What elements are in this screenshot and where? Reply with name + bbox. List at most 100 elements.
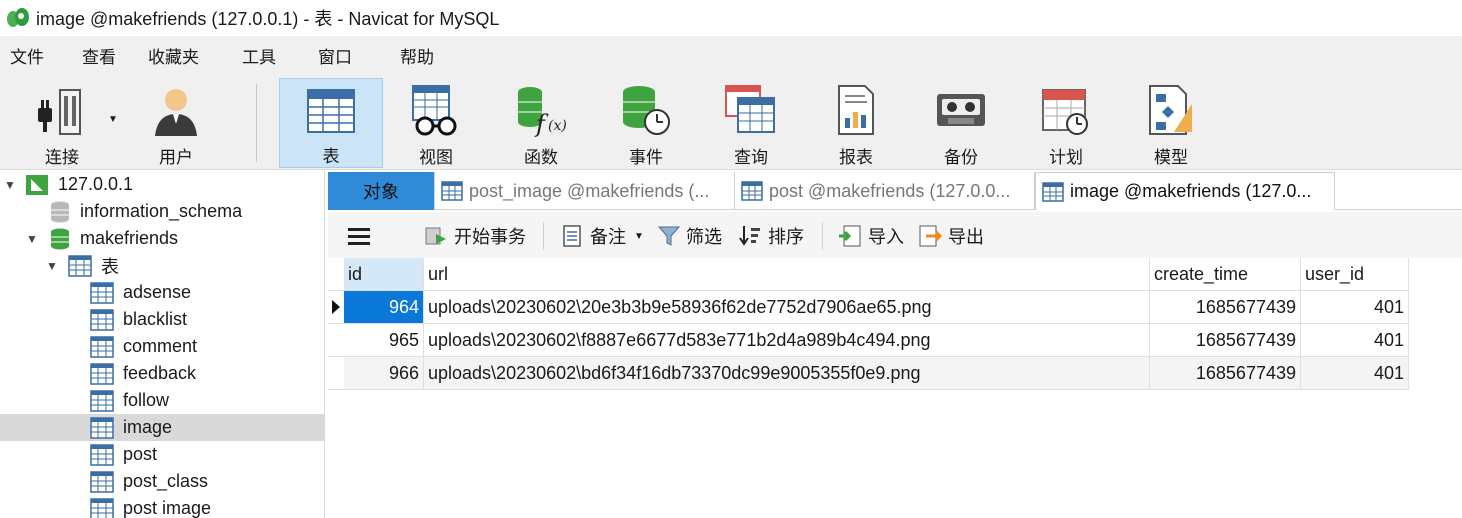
cell-id[interactable]: 965 [344, 324, 424, 357]
menu-bar: 文件 查看 收藏夹 工具 窗口 帮助 [0, 36, 1462, 74]
tree-table-item[interactable]: adsense [0, 279, 324, 306]
tree-table-label: post image [123, 498, 212, 518]
report-button[interactable]: 报表 [804, 78, 908, 168]
tree-table-item[interactable]: blacklist [0, 306, 324, 333]
view-icon [412, 84, 457, 135]
model-button[interactable]: 模型 [1119, 78, 1223, 168]
column-header-create-time[interactable]: create_time [1150, 258, 1301, 291]
table-button[interactable]: 表 [279, 78, 383, 168]
filter-button[interactable]: 筛选 [658, 222, 722, 250]
svg-text:f: f [534, 110, 549, 138]
table-row[interactable]: 965 uploads\20230602\f8887e6677d583e771b… [328, 324, 1409, 357]
function-button[interactable]: f (x) 函数 [489, 78, 593, 168]
tree-db-information-schema[interactable]: information_schema [0, 198, 324, 225]
plug-icon [38, 88, 81, 135]
table-row[interactable]: 966 uploads\20230602\bd6f34f16db73370dc9… [328, 357, 1409, 390]
connect-button[interactable]: 连接 [10, 78, 114, 168]
tree-table-item[interactable]: feedback [0, 360, 324, 387]
menu-help[interactable]: 帮助 [400, 43, 460, 68]
tree-db-makefriends[interactable]: ▼ makefriends [0, 225, 324, 252]
grid-toolbar: 开始事务 备注 ▼ 筛选 排序 导入 导出 [328, 212, 1462, 258]
backup-button[interactable]: 备份 [909, 78, 1013, 168]
cell-create-time[interactable]: 1685677439 [1150, 324, 1301, 357]
cell-id[interactable]: 964 [344, 291, 424, 324]
tree-table-label: image [123, 417, 173, 437]
hamburger-menu-button[interactable] [348, 222, 376, 250]
tab-objects-label: 对象 [363, 182, 399, 202]
tree-connection[interactable]: ▼ 127.0.0.1 [0, 171, 324, 198]
export-icon [919, 225, 942, 247]
table-icon [90, 443, 114, 466]
cell-id[interactable]: 966 [344, 357, 424, 390]
table-icon [90, 416, 114, 439]
tree-table-item[interactable]: post [0, 441, 324, 468]
menu-view[interactable]: 查看 [72, 43, 148, 68]
tree-table-item[interactable]: follow [0, 387, 324, 414]
table-icon [68, 254, 92, 277]
cell-url[interactable]: uploads\20230602\20e3b3b9e58936f62de7752… [424, 291, 1150, 324]
table-icon [307, 88, 355, 133]
chevron-down-icon[interactable]: ▼ [44, 259, 60, 273]
tree-tables-folder[interactable]: ▼ 表 [0, 252, 324, 279]
row-marker [328, 357, 344, 390]
connection-label: 127.0.0.1 [58, 174, 134, 194]
user-button[interactable]: 用户 [124, 78, 228, 168]
filter-label: 筛选 [686, 227, 722, 247]
memo-dropdown-icon[interactable]: ▼ [634, 231, 644, 242]
column-header-user-id[interactable]: user_id [1301, 258, 1409, 291]
window-title: image @makefriends (127.0.0.1) - 表 - Nav… [36, 9, 500, 29]
table-icon [90, 389, 114, 412]
tree-table-item[interactable]: post_class [0, 468, 324, 495]
tab-post[interactable]: post @makefriends (127.0.0... [735, 172, 1035, 210]
column-header-url[interactable]: url [424, 258, 1150, 291]
connect-label: 连接 [45, 148, 79, 167]
connect-dropdown-icon[interactable]: ▼ [108, 114, 118, 125]
sort-button[interactable]: 排序 [738, 222, 804, 250]
toolbar-divider [822, 222, 823, 250]
chevron-down-icon[interactable]: ▼ [2, 178, 18, 192]
table-icon [90, 497, 114, 518]
table-icon [90, 281, 114, 304]
table-label: 表 [322, 147, 340, 166]
cell-url[interactable]: uploads\20230602\f8887e6677d583e771b2d4a… [424, 324, 1150, 357]
tree-table-item[interactable]: comment [0, 333, 324, 360]
db-label-information-schema: information_schema [80, 201, 243, 221]
event-button[interactable]: 事件 [594, 78, 698, 168]
begin-transaction-button[interactable]: 开始事务 [424, 222, 526, 250]
export-label: 导出 [948, 227, 984, 247]
chevron-down-icon[interactable]: ▼ [24, 232, 40, 246]
tab-objects[interactable]: 对象 [328, 172, 435, 210]
cell-create-time[interactable]: 1685677439 [1150, 291, 1301, 324]
db-label-makefriends: makefriends [80, 228, 179, 248]
menu-favorites[interactable]: 收藏夹 [148, 43, 242, 68]
tree-table-item[interactable]: post image [0, 495, 324, 518]
cell-user-id[interactable]: 401 [1301, 291, 1409, 324]
query-button[interactable]: 查询 [699, 78, 803, 168]
table-icon [441, 181, 463, 201]
cell-url[interactable]: uploads\20230602\bd6f34f16db73370dc99e90… [424, 357, 1150, 390]
menu-file[interactable]: 文件 [0, 43, 72, 68]
menu-window[interactable]: 窗口 [318, 43, 400, 68]
column-header-id[interactable]: id [344, 258, 424, 291]
table-row[interactable]: 964 uploads\20230602\20e3b3b9e58936f62de… [328, 291, 1409, 324]
table-icon [90, 308, 114, 331]
import-icon [839, 225, 861, 247]
cell-create-time[interactable]: 1685677439 [1150, 357, 1301, 390]
import-button[interactable]: 导入 [838, 222, 904, 250]
cell-user-id[interactable]: 401 [1301, 357, 1409, 390]
cell-user-id[interactable]: 401 [1301, 324, 1409, 357]
import-label: 导入 [868, 227, 904, 247]
schedule-button[interactable]: 计划 [1014, 78, 1118, 168]
memo-button[interactable]: 备注 ▼ [562, 222, 644, 250]
sort-icon [739, 226, 760, 246]
svg-text:(x): (x) [548, 118, 567, 134]
tab-image[interactable]: image @makefriends (127.0... [1035, 172, 1335, 210]
menu-tools[interactable]: 工具 [242, 43, 318, 68]
tree-table-item[interactable]: image [0, 414, 324, 441]
row-marker-header [328, 258, 344, 291]
tab-post-image-label: post_image @makefriends (... [469, 180, 710, 201]
tab-post-image[interactable]: post_image @makefriends (... [435, 172, 735, 210]
export-button[interactable]: 导出 [918, 222, 984, 250]
view-button[interactable]: 视图 [384, 78, 488, 168]
tab-post-label: post @makefriends (127.0.0... [769, 180, 1011, 201]
